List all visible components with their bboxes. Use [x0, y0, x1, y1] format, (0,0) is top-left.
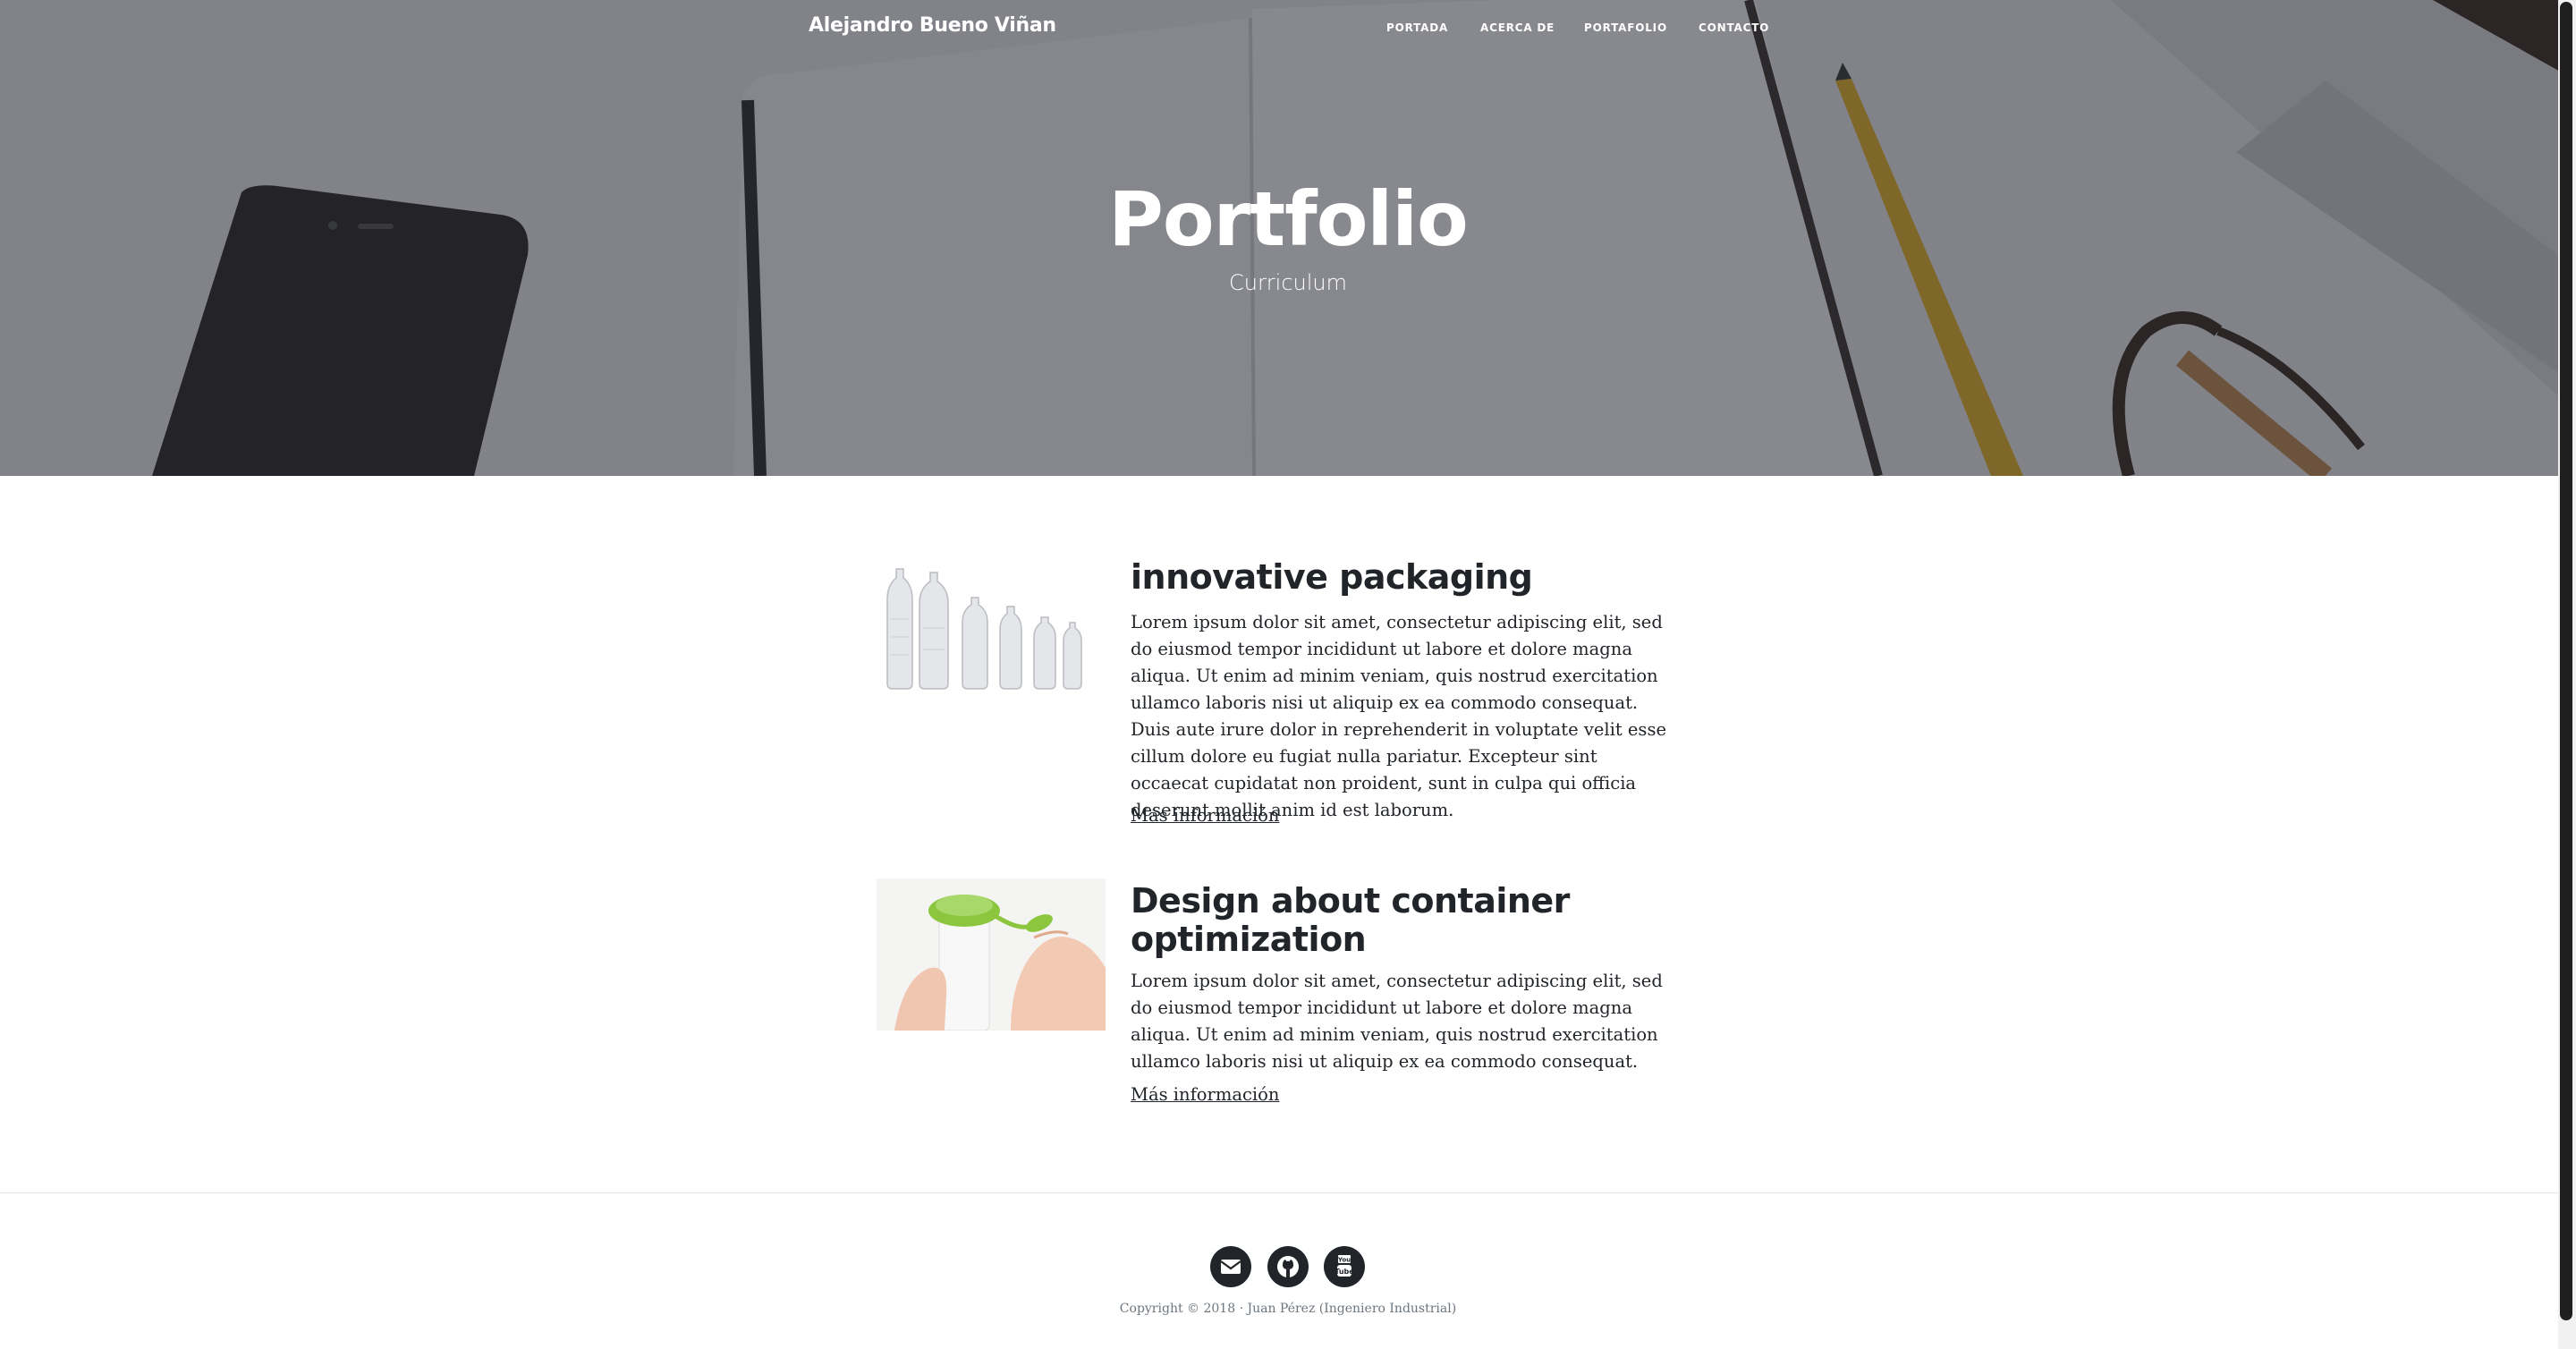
footer-divider: [0, 1192, 2576, 1193]
nav-item-contacto[interactable]: CONTACTO: [1699, 21, 1769, 34]
post-excerpt: Lorem ipsum dolor sit amet, consectetur …: [1131, 971, 1663, 1072]
post-thumbnail-bottles[interactable]: [877, 556, 1106, 700]
post-thumbnail-container[interactable]: [877, 878, 1106, 1031]
page-title: Portfolio: [1108, 175, 1468, 263]
post-excerpt: Lorem ipsum dolor sit amet, consectetur …: [1131, 612, 1666, 820]
svg-text:You: You: [1337, 1257, 1351, 1264]
nav-item-portada[interactable]: PORTADA: [1386, 21, 1448, 34]
github-icon[interactable]: [1267, 1246, 1309, 1287]
copyright-text: Copyright © 2018 · Juan Pérez (Ingeniero…: [1119, 1302, 1457, 1316]
scrollbar-thumb[interactable]: [2560, 2, 2572, 1320]
navbar: Alejandro Bueno Viñan PORTADA ACERCA DE …: [0, 0, 2576, 57]
more-info-link[interactable]: Más información: [1131, 805, 1279, 826]
youtube-icon[interactable]: You Tube: [1324, 1246, 1365, 1287]
hero-header: Alejandro Bueno Viñan PORTADA ACERCA DE …: [0, 0, 2576, 476]
more-info-link[interactable]: Más información: [1131, 1084, 1279, 1105]
page-subtitle: Curriculum: [1228, 270, 1348, 295]
envelope-icon[interactable]: [1210, 1246, 1251, 1287]
nav-item-acerca-de[interactable]: ACERCA DE: [1480, 21, 1555, 34]
svg-text:Tube: Tube: [1335, 1268, 1354, 1276]
post-title[interactable]: innovative packaging: [1131, 558, 1685, 597]
brand-logo[interactable]: Alejandro Bueno Viñan: [809, 14, 1056, 37]
post-title[interactable]: Design about container optimization: [1131, 882, 1685, 959]
nav-item-portafolio[interactable]: PORTAFOLIO: [1584, 21, 1667, 34]
